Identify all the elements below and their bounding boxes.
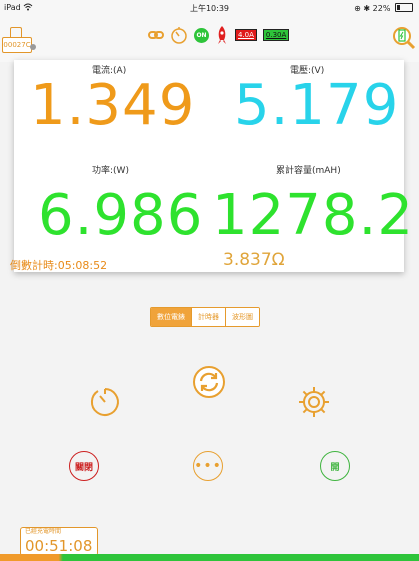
resistance-value: 3.837Ω xyxy=(223,250,285,270)
power-label: 功率:(W) xyxy=(92,166,129,176)
header-toolbar: ON 4.0A 0.30A xyxy=(148,25,290,45)
on-button[interactable]: 開 xyxy=(320,451,350,481)
device-id-button[interactable]: 00027C xyxy=(2,37,32,53)
view-tabs: 數位電錶 計時器 波形圖 xyxy=(150,307,260,327)
timer-reset-icon[interactable] xyxy=(88,385,122,419)
charge-time-value: 00:51:08 xyxy=(25,537,93,555)
refresh-icon[interactable] xyxy=(192,365,226,399)
power-value: 6.986 xyxy=(38,183,204,248)
status-right: ⊕ ✱ 22% xyxy=(354,3,413,13)
status-bar: iPad 上午10:39 ⊕ ✱ 22% xyxy=(0,0,419,16)
charge-progress-bar xyxy=(0,554,419,561)
tab-waveform[interactable]: 波形圖 xyxy=(225,308,259,326)
capacity-value: 1278.2 xyxy=(212,183,414,248)
countdown-timer: 倒數計時:05:08:52 xyxy=(10,259,108,272)
tab-timer[interactable]: 計時器 xyxy=(191,308,225,326)
battery-search-icon[interactable] xyxy=(392,26,416,50)
connection-dot xyxy=(30,44,36,50)
device-id: 00027C xyxy=(3,41,31,49)
gear-icon[interactable] xyxy=(297,385,331,419)
current-threshold-badge[interactable]: 0.30A xyxy=(262,29,290,41)
tab-digital-meter[interactable]: 數位電錶 xyxy=(151,308,191,326)
battery-icon xyxy=(395,3,413,12)
capacity-label: 累計容量(mAH) xyxy=(276,166,341,176)
battery-percent: 22% xyxy=(372,4,391,13)
voltage-value: 5.179 xyxy=(234,73,400,138)
charge-time-label: 已經充電時間 xyxy=(25,528,62,535)
timer-icon[interactable] xyxy=(170,26,188,44)
bluetooth-icon: ✱ xyxy=(363,4,371,13)
current-limit-badge[interactable]: 4.0A xyxy=(235,29,257,41)
off-button[interactable]: 關閉 xyxy=(69,451,99,481)
more-button[interactable]: ••• xyxy=(193,451,223,481)
lock-rotation-icon: ⊕ xyxy=(354,4,361,13)
readings-panel: 電流:(A) 1.349 電壓:(V) 5.179 功率:(W) 6.986 累… xyxy=(14,60,413,272)
charge-progress-fill xyxy=(0,554,419,561)
link-icon[interactable] xyxy=(148,30,164,40)
rocket-icon[interactable] xyxy=(215,25,229,45)
current-value: 1.349 xyxy=(30,73,196,138)
on-indicator[interactable]: ON xyxy=(194,27,209,43)
